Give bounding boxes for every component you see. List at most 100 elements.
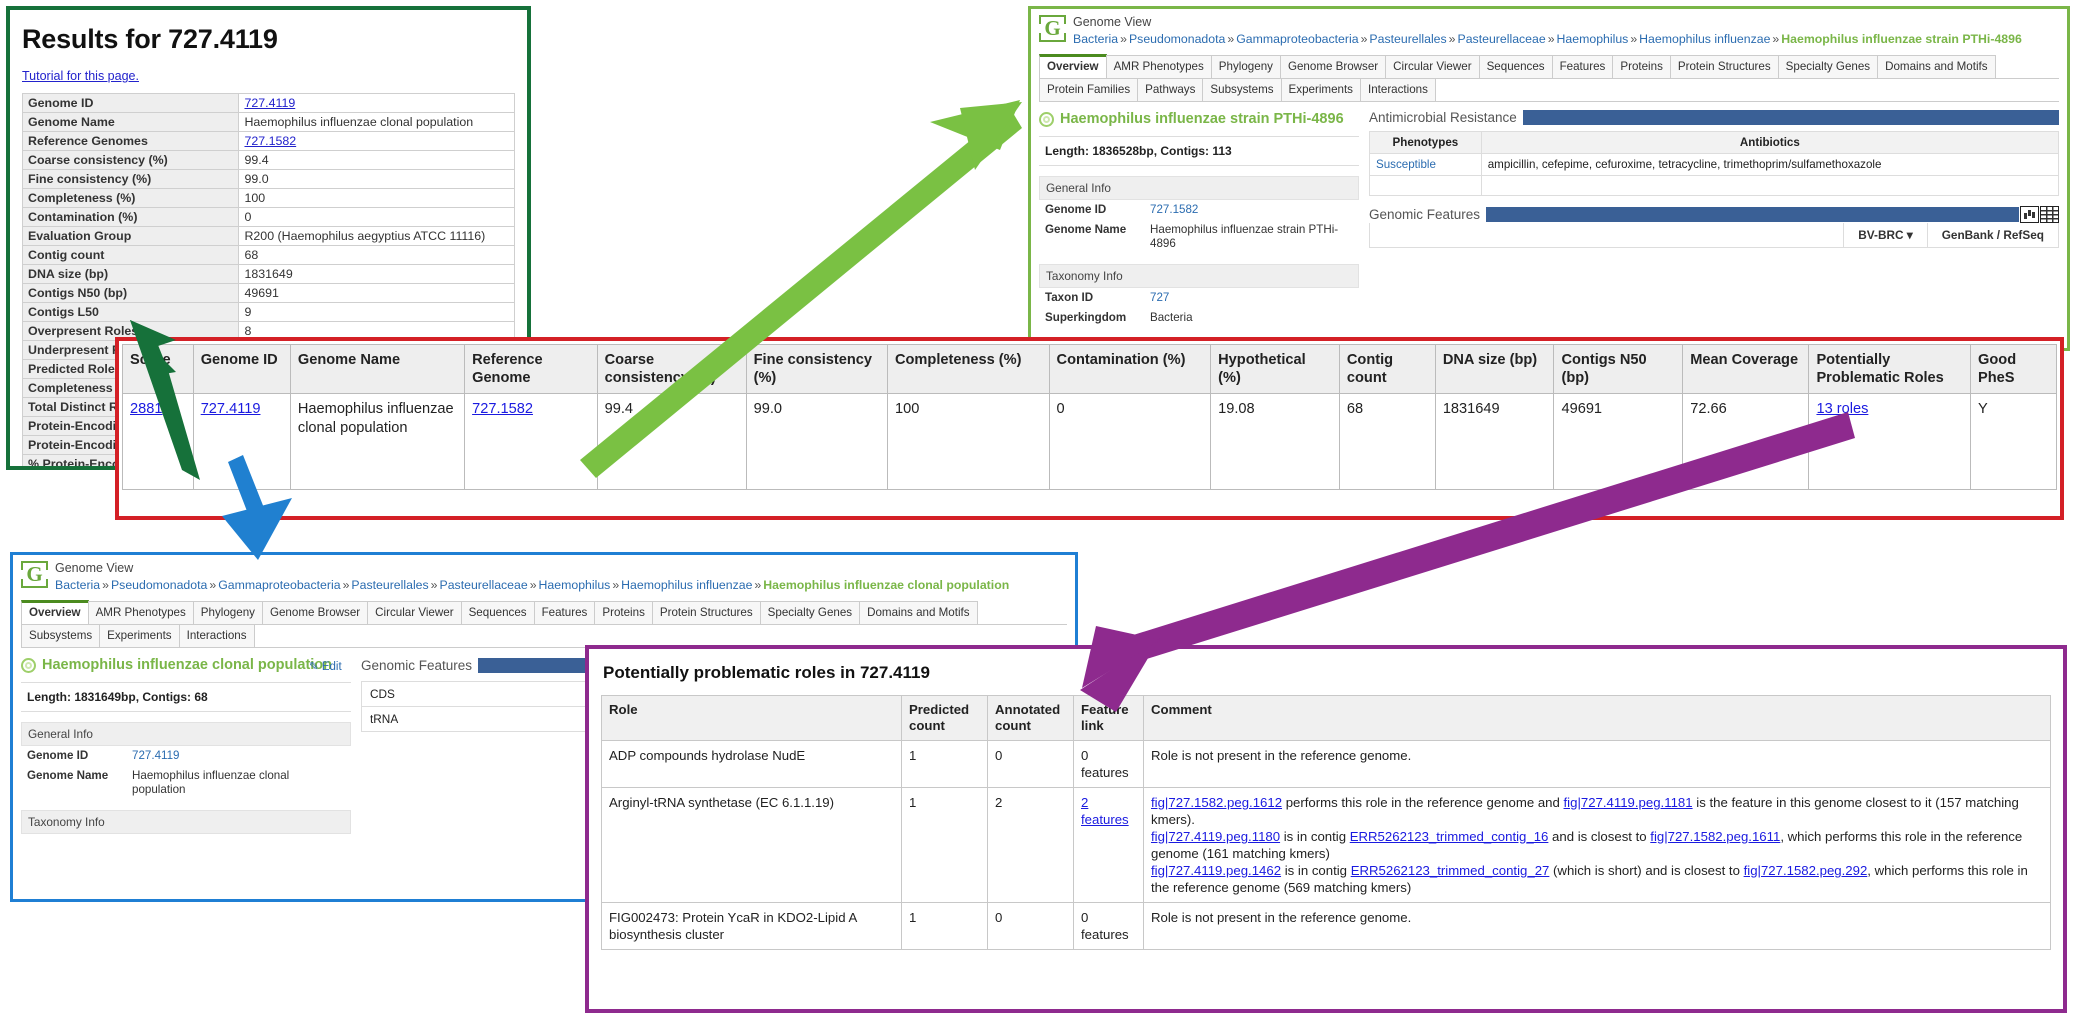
tab-subsystems[interactable]: Subsystems — [21, 624, 101, 647]
table-spacer-row — [1369, 175, 2060, 196]
info-link[interactable]: 727 — [1150, 291, 1169, 304]
feature-reference-link[interactable]: fig|727.4119.peg.1180 — [1151, 829, 1280, 844]
column-header: Annotated count — [987, 695, 1074, 741]
tab-overview[interactable]: Overview — [21, 600, 89, 624]
breadcrumb-link[interactable]: Bacteria — [1073, 32, 1118, 46]
feature-reference-link[interactable]: fig|727.4119.peg.1462 — [1151, 863, 1281, 878]
info-row: Genome ID 727.1582 — [1039, 200, 1359, 220]
tab-genome-browser[interactable]: Genome Browser — [1279, 55, 1387, 78]
phenotype-link[interactable]: Susceptible — [1376, 158, 1436, 171]
genome-link[interactable]: 727.4119 — [244, 96, 295, 110]
tab-experiments[interactable]: Experiments — [99, 624, 180, 647]
tab-domains-and-motifs[interactable]: Domains and Motifs — [1877, 55, 1996, 78]
tab-subsystems[interactable]: Subsystems — [1202, 78, 1282, 101]
tab-proteins[interactable]: Proteins — [1612, 55, 1671, 78]
tab-specialty-genes[interactable]: Specialty Genes — [759, 601, 861, 624]
feature-reference-link[interactable]: ERR5262123_trimmed_contig_27 — [1351, 863, 1550, 878]
feature-reference-link[interactable]: fig|727.1582.peg.292 — [1744, 863, 1868, 878]
info-value: Haemophilus influenzae clonal population — [132, 769, 290, 796]
tab-bar-row1[interactable]: Overview AMR Phenotypes Phylogeny Genome Br… — [21, 600, 1067, 625]
breadcrumb-link[interactable]: Bacteria — [55, 578, 100, 592]
score-link[interactable]: 2881 — [122, 393, 194, 490]
feature-link-cell[interactable]: 2 features — [1073, 787, 1144, 903]
tab-bar-row2[interactable]: Protein Families Pathways Subsystems Experi… — [1039, 78, 2059, 102]
info-value[interactable]: 727.1582 — [1144, 200, 1359, 220]
tab-interactions[interactable]: Interactions — [178, 624, 255, 647]
info-label: Superkingdom — [1045, 311, 1127, 324]
breadcrumb-link[interactable]: Pasteurellaceae — [1458, 32, 1546, 46]
breadcrumb-link[interactable]: Pseudomonadota — [1129, 32, 1225, 46]
tab-features[interactable]: Features — [1551, 55, 1614, 78]
tab-proteins[interactable]: Proteins — [594, 601, 653, 624]
tab-pathways[interactable]: Pathways — [1137, 78, 1204, 101]
row-value[interactable]: 727.1582 — [238, 131, 515, 151]
genome-id-link[interactable]: 727.4119 — [201, 401, 261, 417]
breadcrumb-link[interactable]: Haemophilus — [1557, 32, 1629, 46]
tab-sequences[interactable]: Sequences — [1478, 55, 1553, 78]
source-button-genbank-refseq[interactable]: GenBank / RefSeq — [1926, 223, 2058, 247]
tab-features[interactable]: Features — [533, 601, 596, 624]
tab-interactions[interactable]: Interactions — [1359, 78, 1436, 101]
breadcrumb-link[interactable]: Gammaproteobacteria — [1236, 32, 1358, 46]
tutorial-link[interactable]: Tutorial for this page. — [22, 69, 139, 83]
genome-id-link[interactable]: 727.4119 — [192, 393, 291, 490]
column-header: Good PheS — [1970, 344, 2057, 394]
feature-reference-link[interactable]: fig|727.1582.peg.1612 — [1151, 795, 1282, 810]
tab-protein-structures[interactable]: Protein Structures — [1669, 55, 1779, 78]
breadcrumb-link[interactable]: Haemophilus influenzae — [621, 578, 752, 592]
breadcrumb-link[interactable]: Gammaproteobacteria — [218, 578, 340, 592]
spacer-cell — [1369, 175, 1482, 196]
breadcrumb-link[interactable]: Haemophilus influenzae — [1639, 32, 1770, 46]
info-link[interactable]: 727.1582 — [1150, 203, 1198, 216]
tab-genome-browser[interactable]: Genome Browser — [261, 601, 369, 624]
info-value[interactable]: 727.4119 — [126, 746, 351, 766]
breadcrumb-link[interactable]: Pasteurellales — [1369, 32, 1446, 46]
tab-bar-row1[interactable]: Overview AMR Phenotypes Phylogeny Genome Br… — [1039, 54, 2059, 79]
reference-genome-link[interactable]: 727.1582 — [464, 393, 598, 490]
column-header: Predicted count — [901, 695, 988, 741]
info-value: Haemophilus influenzae strain PTHi-4896 — [1150, 223, 1339, 250]
breadcrumb-separator: » — [1360, 32, 1368, 46]
info-label: Genome ID — [27, 749, 89, 762]
table-row: 2881 727.4119 Haemophilus influenzae clona… — [122, 393, 2057, 490]
tab-amr-phenotypes[interactable]: AMR Phenotypes — [1105, 55, 1212, 78]
tab-experiments[interactable]: Experiments — [1280, 78, 1361, 101]
tab-phylogeny[interactable]: Phylogeny — [192, 601, 263, 624]
tab-domains-and-motifs[interactable]: Domains and Motifs — [859, 601, 978, 624]
tab-amr-phenotypes[interactable]: AMR Phenotypes — [87, 601, 194, 624]
tab-protein-structures[interactable]: Protein Structures — [651, 601, 761, 624]
feature-link[interactable]: 2 features — [1081, 795, 1129, 827]
tab-circular-viewer[interactable]: Circular Viewer — [367, 601, 462, 624]
tab-specialty-genes[interactable]: Specialty Genes — [1777, 55, 1879, 78]
tab-phylogeny[interactable]: Phylogeny — [1210, 55, 1281, 78]
tab-overview[interactable]: Overview — [1039, 54, 1107, 78]
edit-button[interactable]: ✎ Edit — [309, 659, 342, 673]
source-button-bv-brc[interactable]: BV-BRC ▾ — [1843, 223, 1926, 247]
feature-reference-link[interactable]: fig|727.1582.peg.1611 — [1650, 829, 1780, 844]
row-value[interactable]: 727.4119 — [238, 93, 515, 113]
bar-chart-icon[interactable] — [2020, 206, 2039, 223]
info-link[interactable]: 727.4119 — [132, 749, 180, 762]
problematic-roles-link[interactable]: 13 roles — [1808, 393, 1972, 490]
problematic-roles-panel: Potentially problematic roles in 727.411… — [585, 645, 2067, 1013]
feature-reference-link[interactable]: fig|727.4119.peg.1181 — [1564, 795, 1693, 810]
genome-link[interactable]: 727.1582 — [244, 134, 296, 148]
column-header: Fine consistency (%) — [745, 344, 888, 394]
tab-protein-families[interactable]: Protein Families — [1039, 78, 1139, 101]
amr-table: Phenotypes Antibiotics Susceptible ampicil… — [1369, 131, 2060, 196]
problematic-roles-link[interactable]: 13 roles — [1816, 401, 1868, 417]
tab-sequences[interactable]: Sequences — [460, 601, 535, 624]
score-link[interactable]: 2881 — [130, 401, 162, 417]
tab-circular-viewer[interactable]: Circular Viewer — [1385, 55, 1480, 78]
breadcrumb-separator: » — [1630, 32, 1638, 46]
breadcrumb-link[interactable]: Pasteurellaceae — [440, 578, 528, 592]
breadcrumb-current: Haemophilus influenzae clonal population — [763, 578, 1010, 592]
breadcrumb-link[interactable]: Pseudomonadota — [111, 578, 207, 592]
reference-genome-link[interactable]: 727.1582 — [472, 401, 533, 417]
row-value: 9 — [238, 302, 515, 322]
breadcrumb-link[interactable]: Pasteurellales — [351, 578, 428, 592]
table-grid-icon[interactable] — [2040, 206, 2059, 223]
breadcrumb-link[interactable]: Haemophilus — [539, 578, 611, 592]
feature-reference-link[interactable]: ERR5262123_trimmed_contig_16 — [1350, 829, 1549, 844]
info-value[interactable]: 727 — [1144, 288, 1359, 308]
